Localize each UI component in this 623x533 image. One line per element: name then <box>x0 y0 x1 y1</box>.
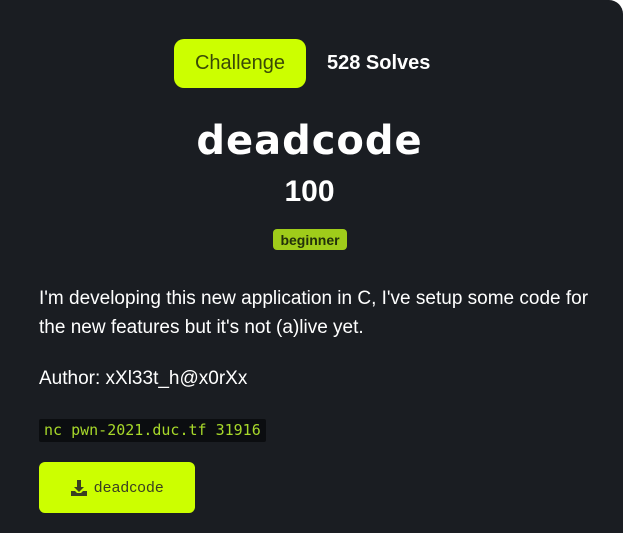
challenge-modal: Challenge 528 Solves deadcode 100 beginn… <box>0 0 623 533</box>
download-file-label: deadcode <box>94 479 164 496</box>
tab-challenge-label: Challenge <box>194 52 286 74</box>
connection-command: nc pwn-2021.duc.tf 31916 <box>39 419 266 442</box>
solves-count: 528 Solves <box>327 52 431 74</box>
challenge-title: deadcode <box>196 118 423 164</box>
challenge-tag: beginner <box>273 229 347 250</box>
challenge-description: I'm developing this new application in C… <box>39 288 589 338</box>
tab-solves[interactable]: 528 Solves <box>327 52 430 75</box>
challenge-author: Author: xXl33t_h@x0rXx <box>39 368 248 389</box>
challenge-points: 100 <box>284 175 335 208</box>
tag-label: beginner <box>280 231 340 248</box>
download-icon <box>70 479 88 497</box>
download-file-button[interactable]: deadcode <box>39 462 195 513</box>
modal-tabs: Challenge 528 Solves <box>174 39 430 88</box>
tab-challenge[interactable]: Challenge <box>174 39 306 88</box>
